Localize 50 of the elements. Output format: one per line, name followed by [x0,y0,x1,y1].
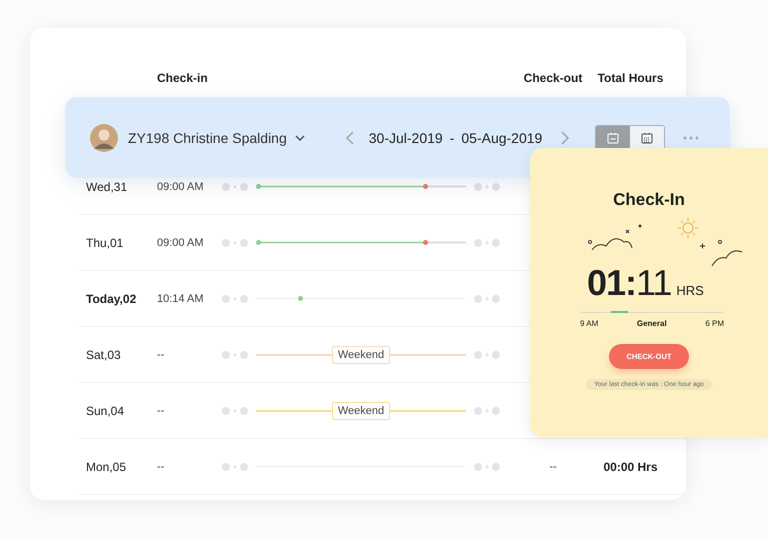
dots-icon [474,350,500,360]
dots-icon [474,238,500,248]
dots-icon [222,238,248,248]
check-in-time: -- [157,404,166,416]
dots-icon [474,294,500,304]
check-in-time: 10:14 AM [157,292,204,304]
dots-icon [222,294,248,304]
check-in-time: 09:00 AM [157,236,204,248]
day-label: Mon,05 [86,460,128,474]
check-in-time: -- [157,460,166,472]
employee-dropdown[interactable]: ZY198 Christine Spalding [122,126,311,150]
dots-icon [474,462,500,472]
day-label: Thu,01 [86,236,124,250]
time-unit: HRS [676,283,704,298]
column-header: Total Hours [596,71,664,85]
shift-start: 9 AM [580,319,598,328]
month-view-button[interactable] [630,126,664,150]
start-date: 30-Jul-2019 [368,130,443,146]
calendar-icon [607,132,620,144]
check-in-time: 09:00 AM [157,180,204,192]
calendar-grid-icon [641,132,654,144]
day-label: Sun,04 [86,404,126,418]
check-out-time: -- [548,460,558,472]
check-in-time: -- [157,348,166,360]
dots-icon [474,182,500,192]
total-hours: 00:00 Hrs [602,460,659,474]
dots-icon [474,406,500,416]
next-icon[interactable] [560,130,570,146]
weekend-tag: Weekend [332,346,390,364]
column-header: Check-in [157,71,209,85]
panel-title: Check-In [613,190,685,210]
date-separator: - [450,130,454,146]
column-header: Check-out [522,71,584,85]
day-label: Today,02 [86,292,138,306]
day-label: Sat,03 [86,348,122,362]
previous-icon[interactable] [344,130,355,146]
end-date: 05-Aug-2019 [461,130,542,146]
day-view-button[interactable] [596,126,630,150]
dots-icon [222,462,248,472]
shift-name: General [636,319,667,328]
shift-end: 6 PM [705,319,724,328]
elapsed-time: 01:11 [587,262,672,304]
dots-icon [222,406,248,416]
day-label: Wed,31 [86,180,128,194]
weekend-tag: Weekend [332,402,390,420]
chevron-down-icon [294,134,305,140]
dots-icon [222,350,248,360]
dots-icon [222,182,248,192]
avatar [90,124,118,152]
more-icon[interactable] [683,136,700,140]
